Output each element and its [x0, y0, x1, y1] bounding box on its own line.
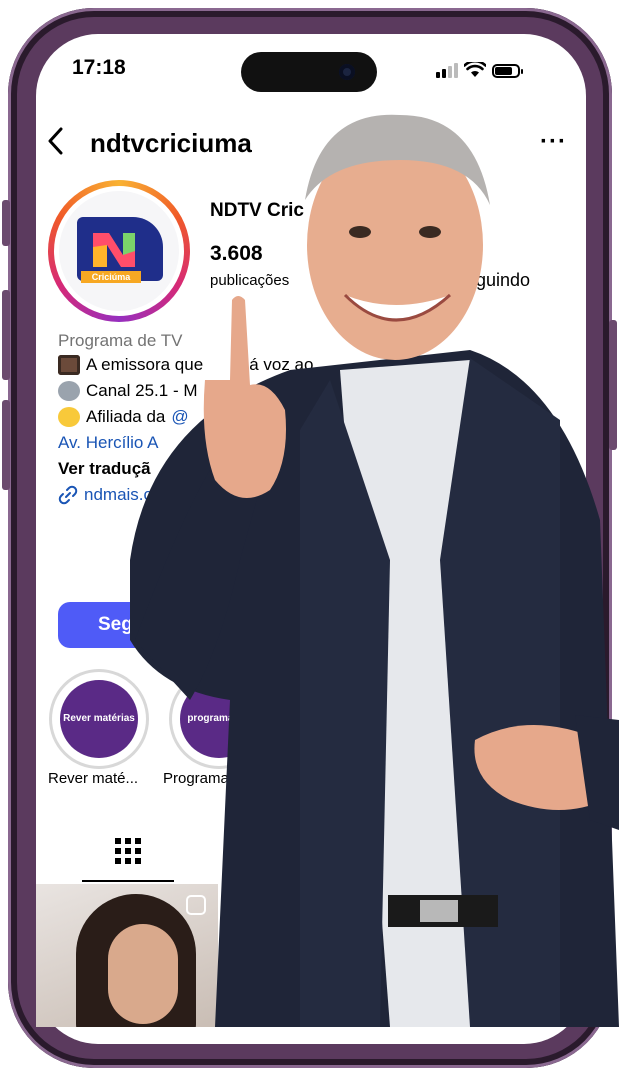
reel-icon — [186, 895, 206, 915]
link-icon — [58, 485, 78, 505]
posts-label: publicações — [210, 272, 290, 289]
bio-line-2-text: Canal 25.1 - M — [86, 381, 198, 400]
grid-icon[interactable] — [115, 838, 141, 864]
bio-line-2: Canal 25.1 - M — [58, 381, 198, 401]
star-icon — [58, 407, 80, 427]
dynamic-island — [241, 52, 377, 92]
camera-icon — [339, 64, 355, 80]
highlight-cover: programação — [180, 680, 258, 758]
bio-category: Programa de TV — [58, 331, 183, 350]
avatar[interactable]: Criciúma — [48, 180, 190, 322]
bio-line-1-text-b: á voz ao — [249, 355, 314, 374]
back-icon[interactable] — [46, 126, 66, 161]
highlight-label: Programa — [163, 770, 229, 787]
display-name: NDTV Cric — [210, 200, 304, 221]
wifi-icon — [464, 62, 486, 77]
side-button — [2, 200, 10, 246]
status-icons — [436, 62, 523, 78]
side-button — [609, 320, 617, 450]
side-button — [2, 400, 10, 490]
bio-line-1: A emissora que á voz ao — [58, 355, 313, 375]
follow-button-label: Seg — [98, 614, 133, 635]
follow-button[interactable]: Seg — [58, 602, 298, 648]
more-options-icon[interactable]: ··· — [540, 128, 567, 156]
battery-icon — [492, 64, 523, 78]
nd-logo-icon — [93, 233, 135, 267]
following-label[interactable]: guindo — [476, 270, 530, 291]
avatar-tag: Criciúma — [81, 271, 141, 283]
highlight-label: Rever maté... — [48, 770, 139, 787]
tab-underline — [82, 880, 174, 882]
profile-username: ndtvcriciuma — [90, 128, 252, 158]
bio-line-1-text: A emissora que — [86, 355, 204, 374]
satellite-icon — [58, 381, 80, 401]
see-translation-link[interactable]: Ver traduçã — [58, 459, 151, 479]
bio-website-text: ndmais.c — [84, 485, 153, 504]
side-button — [2, 290, 10, 380]
bio-website-link[interactable]: ndmais.c — [58, 485, 152, 505]
highlight-programacao[interactable]: programação — [172, 672, 266, 766]
tv-icon — [58, 355, 80, 375]
bio-line-3-text: Afiliada da — [86, 407, 166, 426]
status-time: 17:18 — [72, 56, 126, 79]
bio-line-3: Afiliada da @ — [58, 407, 189, 427]
avatar-logo: Criciúma — [59, 191, 179, 311]
bio-mention[interactable]: @ — [171, 407, 188, 427]
bio-address-link[interactable]: Av. Hercílio A — [58, 433, 158, 453]
highlight-rever-materias[interactable]: Rever matérias — [52, 672, 146, 766]
posts-count[interactable]: 3.608 — [210, 242, 263, 266]
signal-icon — [436, 63, 458, 78]
highlight-cover: Rever matérias — [60, 680, 138, 758]
